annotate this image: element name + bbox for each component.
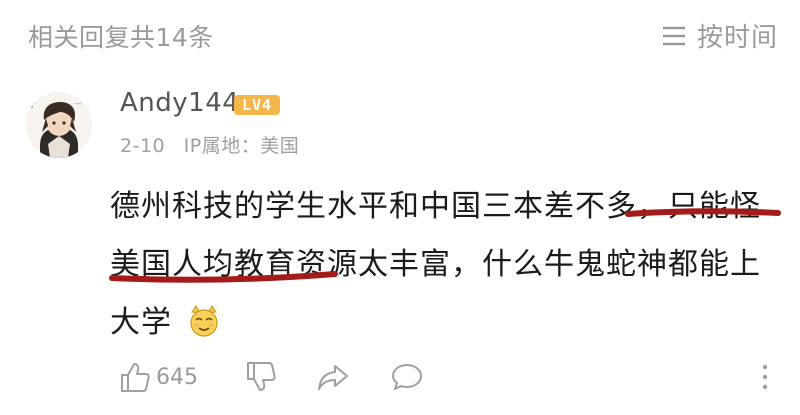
list-sort-icon bbox=[662, 26, 685, 45]
sort-label: 按时间 bbox=[696, 23, 778, 53]
anime-avatar-icon: ♪ — bbox=[26, 92, 92, 158]
level-badge: LV4 bbox=[234, 95, 280, 115]
comment-actions: 645 bbox=[0, 354, 800, 404]
share-arrow-icon bbox=[318, 365, 348, 390]
dislike-button[interactable] bbox=[244, 360, 278, 394]
comment-list-header: 相关回复共14条 按时间 bbox=[0, 0, 800, 72]
like-button[interactable]: 645 bbox=[118, 360, 198, 394]
username[interactable]: Andy144 bbox=[120, 88, 239, 118]
thumbs-up-icon bbox=[121, 363, 150, 392]
sort-toggle[interactable]: 按时间 bbox=[661, 17, 778, 54]
comment-meta: 2-10 IP属地：美国 bbox=[120, 131, 299, 158]
smirk-cat-emoji-icon bbox=[189, 305, 218, 337]
like-count: 645 bbox=[156, 364, 198, 390]
thumbs-down-icon bbox=[247, 362, 276, 391]
comment-bubble-icon bbox=[392, 364, 422, 390]
replies-count: 相关回复共14条 bbox=[28, 23, 214, 52]
ip-location: IP属地：美国 bbox=[183, 135, 300, 157]
reply-button[interactable] bbox=[390, 360, 424, 394]
more-options-button[interactable] bbox=[748, 360, 782, 394]
svg-text:♪: ♪ bbox=[30, 101, 36, 111]
comment-body: 德州科技的学生水平和中国三本差不多，只能怪美国人均教育资源太丰富，什么牛鬼蛇神都… bbox=[110, 178, 790, 352]
svg-text:—: — bbox=[74, 99, 82, 108]
comment-date: 2-10 bbox=[120, 135, 166, 157]
more-vertical-icon bbox=[762, 364, 768, 390]
share-button[interactable] bbox=[316, 360, 350, 394]
avatar[interactable]: ♪ — bbox=[26, 92, 92, 158]
